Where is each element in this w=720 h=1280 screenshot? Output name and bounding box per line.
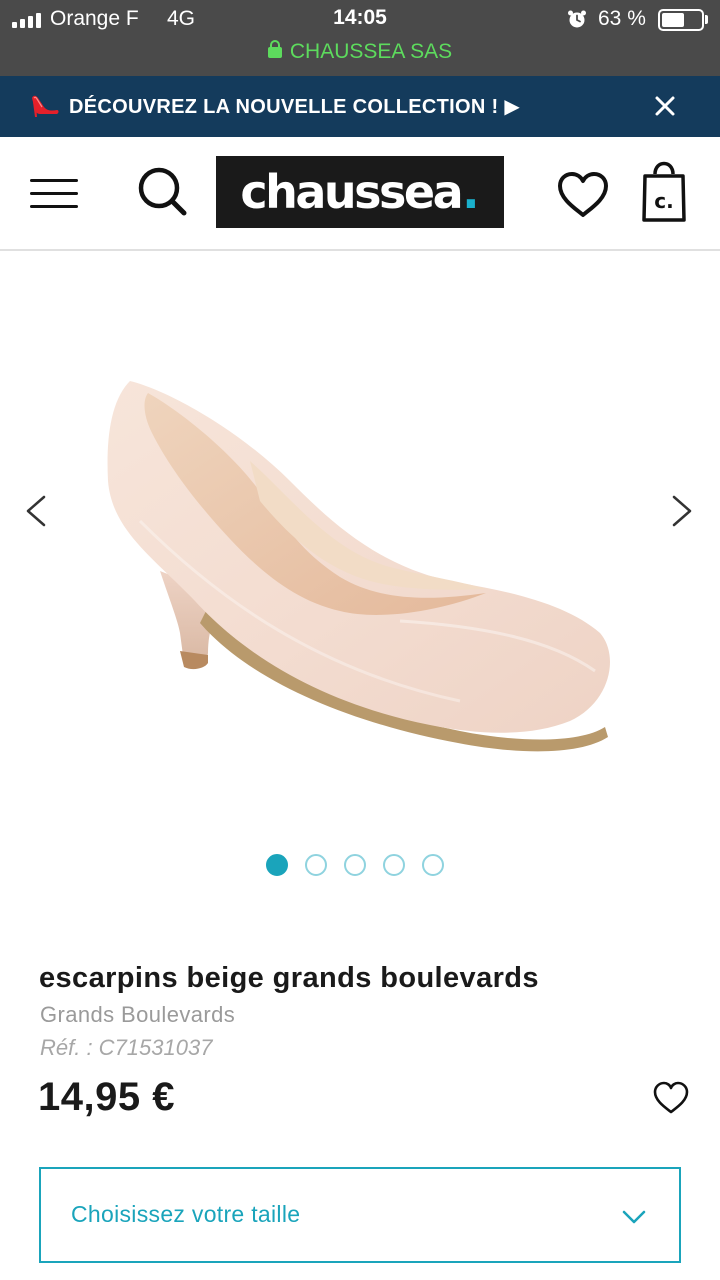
heart-icon[interactable] <box>652 1080 690 1116</box>
hamburger-menu-icon[interactable] <box>30 179 78 209</box>
size-select-dropdown[interactable]: Choisissez votre taille <box>39 1167 681 1263</box>
battery-level-fill <box>662 13 685 27</box>
chaussea-logo[interactable]: chaussea. <box>216 156 504 228</box>
chevron-left-icon[interactable] <box>22 493 50 529</box>
site-header: chaussea. c. <box>0 137 720 251</box>
product-title: escarpins beige grands boulevards <box>39 962 539 994</box>
product-brand[interactable]: Grands Boulevards <box>40 1002 235 1028</box>
shopping-bag-icon[interactable]: c. <box>640 154 688 224</box>
site-name: CHAUSSEA SAS <box>289 40 453 63</box>
heart-icon[interactable] <box>556 170 610 220</box>
status-bar: Orange F 4G 14:05 63 % CHAUSSEA SAS <box>0 0 720 76</box>
high-heel-icon <box>32 95 59 117</box>
secure-site-indicator: CHAUSSEA SAS <box>0 40 720 64</box>
product-image[interactable] <box>100 371 620 781</box>
chevron-right-icon[interactable] <box>668 493 696 529</box>
gallery-dot[interactable] <box>266 854 288 876</box>
gallery-dot[interactable] <box>344 854 366 876</box>
alarm-icon <box>568 10 586 28</box>
product-gallery[interactable] <box>0 253 720 903</box>
product-price: 14,95 € <box>38 1075 175 1119</box>
bag-letter: c. <box>654 189 673 213</box>
battery-tip <box>705 15 708 24</box>
logo-dot: . <box>462 165 480 219</box>
close-icon[interactable] <box>652 93 678 119</box>
product-reference: Réf. : C71531037 <box>40 1035 213 1060</box>
battery-percentage: 63 % <box>598 7 646 30</box>
gallery-dot[interactable] <box>305 854 327 876</box>
gallery-dot[interactable] <box>383 854 405 876</box>
logo-text: chaussea <box>240 165 463 219</box>
search-icon[interactable] <box>136 165 188 217</box>
promo-text[interactable]: DÉCOUVREZ LA NOUVELLE COLLECTION ! ▶ <box>69 94 520 119</box>
gallery-pagination <box>0 854 720 876</box>
chevron-down-icon <box>622 1210 646 1224</box>
lock-icon <box>267 40 282 58</box>
size-select-label: Choisissez votre taille <box>71 1201 301 1227</box>
gallery-dot[interactable] <box>422 854 444 876</box>
promo-banner[interactable]: DÉCOUVREZ LA NOUVELLE COLLECTION ! ▶ <box>0 76 720 137</box>
battery-icon <box>658 9 704 31</box>
